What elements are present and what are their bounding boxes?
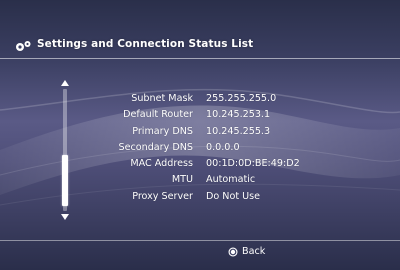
row-label: MAC Address	[130, 158, 193, 170]
list-item-proxy-server: Proxy Server Do Not Use	[0, 191, 400, 207]
list-item-mac-address: MAC Address 00:1D:0D:BE:49:D2	[0, 158, 400, 174]
back-button[interactable]: Back	[228, 246, 278, 260]
row-value: 255.255.255.0	[206, 93, 277, 104]
scroll-down-arrow-icon[interactable]	[61, 214, 69, 220]
row-value: Do Not Use	[206, 190, 261, 202]
settings-screen: Settings and Connection Status List Subn…	[0, 0, 400, 270]
header-divider	[0, 58, 400, 59]
status-list: Subnet Mask 255.255.255.0 Default Router…	[0, 93, 400, 207]
row-value: 10.245.255.3	[206, 125, 271, 137]
row-value: 10.245.253.1	[206, 109, 271, 121]
back-label: Back	[242, 246, 266, 257]
scroll-up-arrow-icon[interactable]	[61, 80, 69, 86]
row-label: Proxy Server	[132, 190, 193, 202]
header-bar: Settings and Connection Status List	[0, 33, 400, 59]
row-value: 0.0.0.0	[206, 141, 240, 153]
row-value: 00:1D:0D:BE:49:D2	[206, 158, 300, 170]
footer-divider	[0, 240, 400, 241]
circle-button-icon	[228, 247, 238, 257]
list-item-subnet-mask: Subnet Mask 255.255.255.0	[0, 93, 400, 109]
list-item-mtu: MTU Automatic	[0, 174, 400, 190]
row-label: Subnet Mask	[131, 93, 193, 104]
row-label: Secondary DNS	[118, 141, 193, 153]
row-label: Primary DNS	[132, 125, 193, 137]
list-item-secondary-dns: Secondary DNS 0.0.0.0	[0, 142, 400, 158]
network-settings-icon	[16, 41, 31, 51]
row-value: Automatic	[206, 174, 256, 186]
page-title: Settings and Connection Status List	[37, 38, 254, 50]
row-label: Default Router	[123, 109, 193, 121]
row-label: MTU	[171, 174, 193, 186]
list-item-default-router: Default Router 10.245.253.1	[0, 109, 400, 125]
list-item-primary-dns: Primary DNS 10.245.255.3	[0, 126, 400, 142]
